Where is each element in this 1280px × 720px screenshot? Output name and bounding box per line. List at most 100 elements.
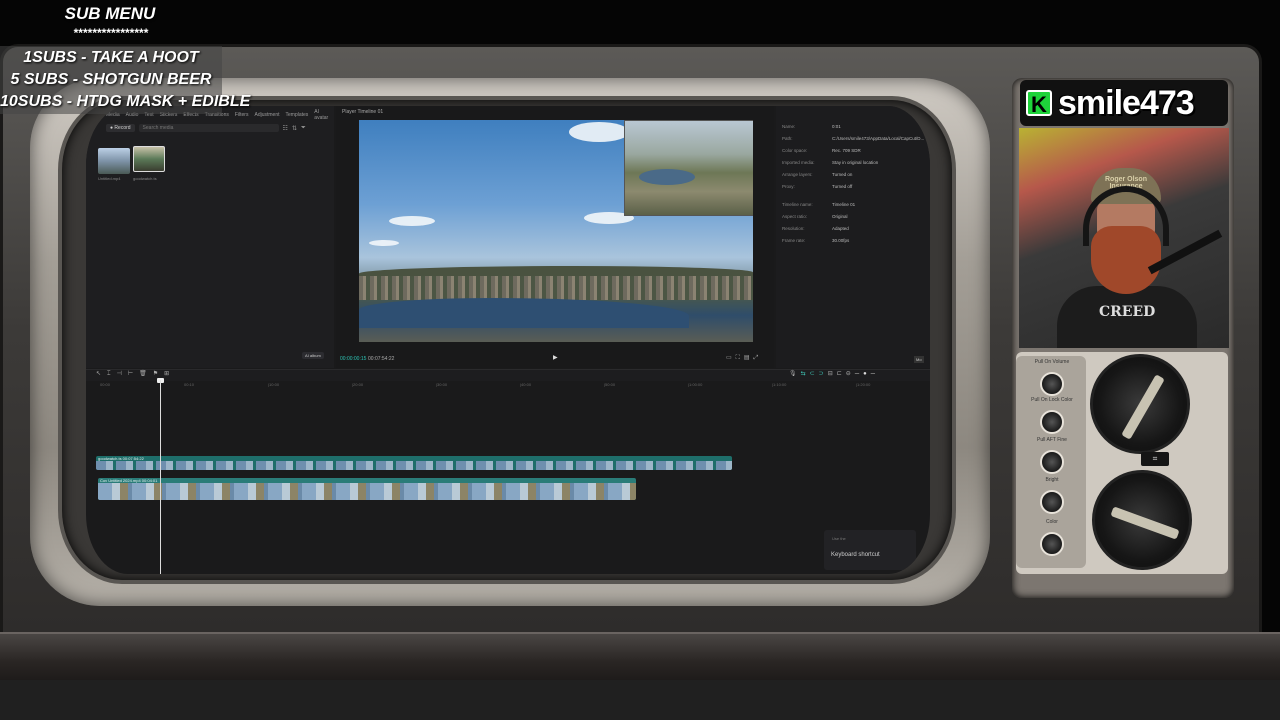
tv-knob[interactable] xyxy=(1040,490,1064,514)
timeline-ruler[interactable]: 00:00 00:10 |10:00 |20:00 |30:00 |40:00 |50:00… xyxy=(86,382,930,390)
kick-logo-icon: K xyxy=(1026,90,1052,117)
marker-icon[interactable]: ⚑ xyxy=(153,371,164,377)
detail-key: Aspect ratio: xyxy=(782,214,808,219)
tv-base-trim xyxy=(0,632,1280,680)
channel-username: smile473 xyxy=(1058,83,1195,122)
knob-label: Pull AFT Fine xyxy=(1037,437,1067,443)
detail-key: Color space: xyxy=(782,148,808,153)
media-thumbnail-2[interactable] xyxy=(133,146,165,172)
detail-row: Arrange layers: Turned on xyxy=(782,172,930,177)
streamer: Roger Olson Insurance CREED xyxy=(1057,168,1197,348)
delete-icon[interactable]: 🗑 xyxy=(139,371,153,377)
ruler-tick: |10:00 xyxy=(268,382,280,387)
detail-key: Frame rate: xyxy=(782,238,806,243)
sort-icon[interactable]: ⇅ xyxy=(292,125,297,132)
channel-dial-vhf[interactable] xyxy=(1090,354,1190,454)
detail-row: Path: C:/Users/smile473/AppData/Local/Cap… xyxy=(782,136,930,141)
pip-river xyxy=(639,169,695,185)
ratio-icon[interactable]: ▭ xyxy=(726,355,736,361)
detail-value: Turned on xyxy=(832,172,853,177)
knob-label: Color xyxy=(1046,519,1058,525)
sub-menu-divider: **************** xyxy=(73,26,149,40)
tv-knob[interactable] xyxy=(1040,410,1064,434)
fullscreen-icon[interactable]: ⛶ xyxy=(736,355,744,361)
detail-key: Imported media: xyxy=(782,160,815,165)
sub-tier-2: 5 SUBS - SHOTGUN BEER xyxy=(10,71,212,88)
detail-value: 0:01 xyxy=(832,124,841,129)
preview-axis-icon[interactable]: ⊏ xyxy=(837,371,846,377)
tv-knob[interactable] xyxy=(1040,532,1064,556)
snap-icon[interactable]: ⊟ xyxy=(828,371,837,377)
detail-row: Color space: Rec. 709 SDR xyxy=(782,148,930,153)
video-preview[interactable] xyxy=(359,120,753,342)
link-icon[interactable]: ⇆ xyxy=(801,371,810,377)
ruler-tick: 00:00 xyxy=(100,382,111,387)
media-search-input[interactable]: Search media xyxy=(138,124,279,132)
detail-value: Timeline 01 xyxy=(832,202,856,207)
detail-value: Stay in original location xyxy=(832,160,879,165)
magnet-icon[interactable]: ⊂⊃ xyxy=(810,371,828,377)
editor-tab[interactable]: Templates xyxy=(286,112,309,118)
editor-tab[interactable]: Adjustment xyxy=(254,112,279,118)
details-panel: Name: 0:01 Path: C:/Users/smile473/AppData/… xyxy=(776,106,930,368)
ruler-tick: |30:00 xyxy=(436,382,448,387)
filter-icon[interactable]: ⏷ xyxy=(301,125,306,132)
expand-icon[interactable]: ⤢ xyxy=(754,355,763,361)
ruler-tick: 00:10 xyxy=(184,382,195,387)
total-time: 00:07:54:22 xyxy=(368,356,395,362)
player-controls: ▭⛶▤⤢ xyxy=(726,354,762,362)
detail-value: C:/Users/smile473/AppData/Local/CapCut/D… xyxy=(832,136,925,141)
detail-row: Name: 0:01 xyxy=(782,124,930,129)
detail-key: Proxy: xyxy=(782,184,795,189)
town xyxy=(359,276,753,300)
timeline-edit-tools: ↖⌶⊣⊢🗑⚑⊞ xyxy=(96,370,175,378)
webcam-feed: Roger Olson Insurance CREED xyxy=(1019,128,1229,348)
ruler-tick: |40:00 xyxy=(520,382,532,387)
split-icon[interactable]: ⌶ xyxy=(107,371,117,377)
river xyxy=(359,298,689,328)
split-left-icon[interactable]: ⊣ xyxy=(117,371,128,377)
current-time: 00:00:00:15 xyxy=(340,356,367,362)
channel-banner: K smile473 xyxy=(1020,80,1228,126)
dial-handle xyxy=(1110,506,1180,540)
tv-knob[interactable] xyxy=(1040,450,1064,474)
crop-icon[interactable]: ⊞ xyxy=(164,371,175,377)
media-panel: Media Audio Text Stickers Effects Transitions… xyxy=(86,106,334,368)
split-right-icon[interactable]: ⊢ xyxy=(128,371,139,377)
detail-value: Turned off xyxy=(832,184,853,189)
detail-row: Aspect ratio: Original xyxy=(782,214,930,219)
detail-row: Proxy: Turned off xyxy=(782,184,930,189)
media-thumbnail-1[interactable] xyxy=(98,148,130,174)
ai-album-button[interactable]: AI album xyxy=(302,352,324,359)
detail-value: Adapted xyxy=(832,226,849,231)
zoom-out-icon[interactable]: ⊖ xyxy=(846,371,855,377)
knob-label: Bright xyxy=(1045,477,1059,483)
ruler-tick: |1:00:00 xyxy=(688,382,703,387)
zoom-slider[interactable]: ─●─ xyxy=(855,371,879,377)
grid-view-icon[interactable]: ☷ xyxy=(283,125,288,132)
cloud xyxy=(369,240,399,246)
record-label: Record xyxy=(114,125,131,131)
keyboard-shortcut-link[interactable]: Keyboard shortcut xyxy=(831,552,880,558)
player-title: Player Timeline 01 xyxy=(342,109,384,115)
quality-icon[interactable]: ▤ xyxy=(744,355,754,361)
channel-dial-uhf[interactable] xyxy=(1092,470,1192,570)
detail-value: 30.00fps xyxy=(832,238,850,243)
editor-tab[interactable]: Filters xyxy=(235,112,249,118)
clip-label-1: goodwatch.ts 00:07:54:22 xyxy=(98,456,144,461)
cloud xyxy=(569,122,629,142)
timeline-clip-2[interactable]: Cov Untitled 2024.mp4 00:04:01 xyxy=(98,478,636,500)
select-icon[interactable]: ↖ xyxy=(96,371,107,377)
play-icon[interactable]: ▶ xyxy=(553,354,558,361)
channel-badge: ⌗ xyxy=(1141,452,1169,466)
timeline-clip-1[interactable]: goodwatch.ts 00:07:54:22 xyxy=(96,456,732,470)
modify-button[interactable]: Mo xyxy=(914,356,924,363)
detail-key: Name: xyxy=(782,124,796,129)
stream-overlay: Media Audio Text Stickers Effects Transitions… xyxy=(0,0,1280,720)
editor-tab[interactable]: AI avatar xyxy=(314,109,334,121)
mic-icon[interactable]: 🎙 xyxy=(789,371,801,377)
record-button[interactable]: ● Record xyxy=(106,124,135,132)
tv-screen-editor: Media Audio Text Stickers Effects Transitions… xyxy=(86,106,930,574)
playhead[interactable] xyxy=(160,380,161,574)
tv-knob[interactable] xyxy=(1040,372,1064,396)
